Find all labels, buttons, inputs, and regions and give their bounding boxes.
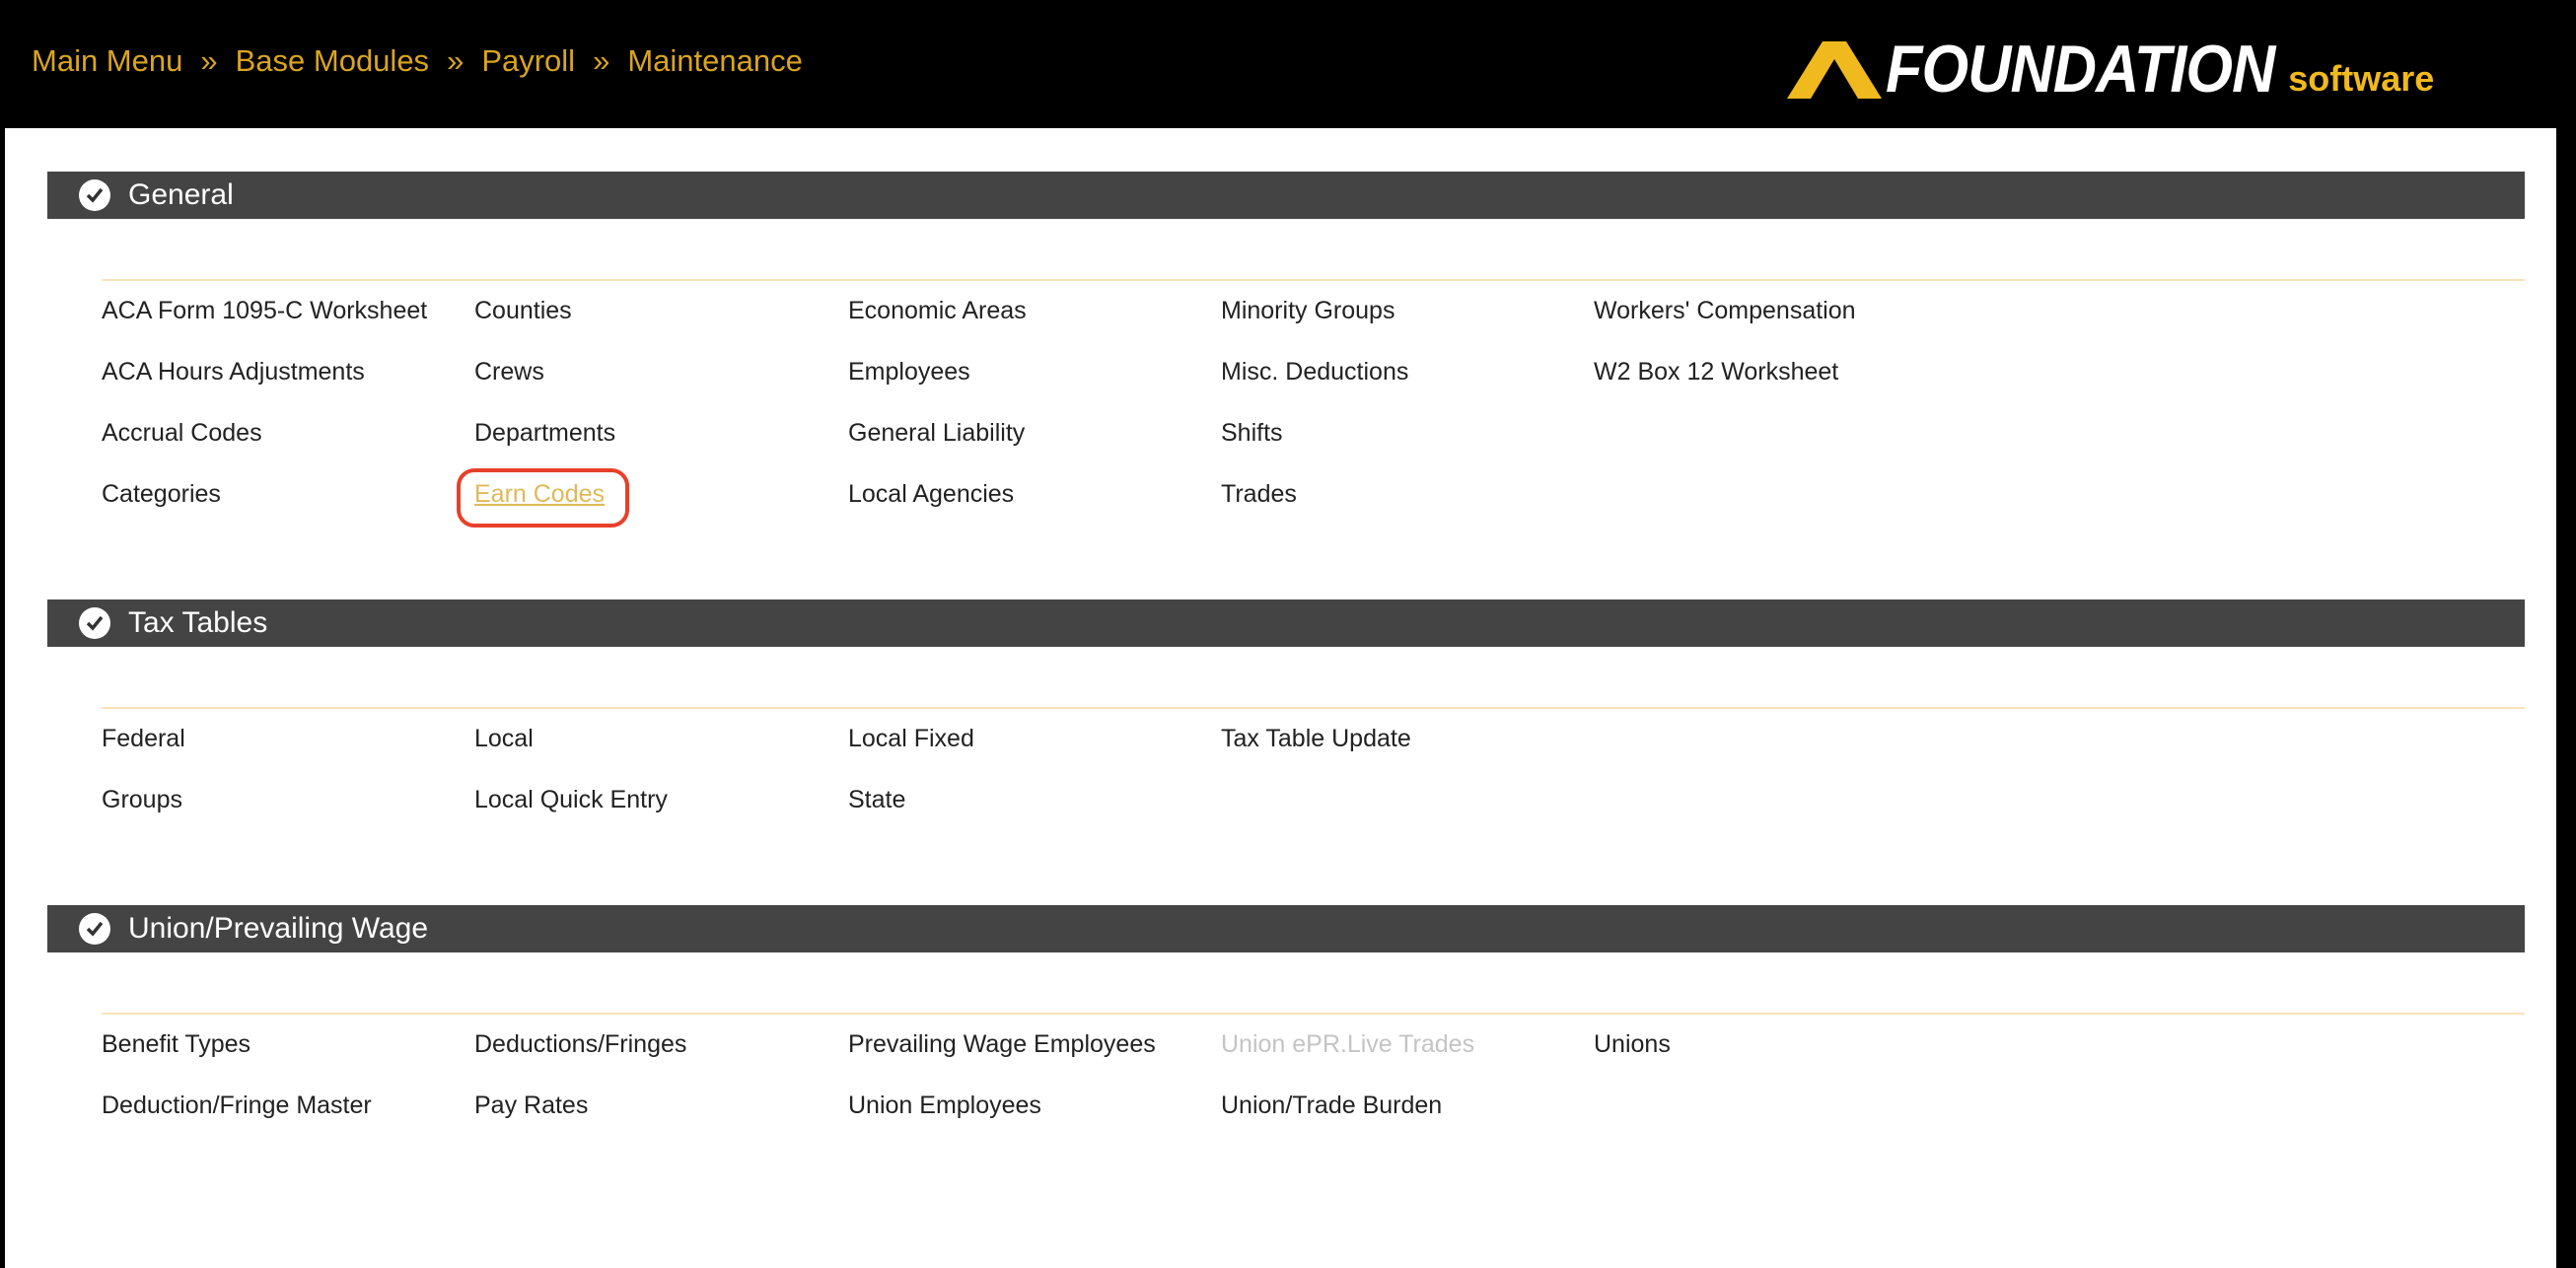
breadcrumb-main-menu[interactable]: Main Menu: [32, 43, 182, 78]
menu-link-federal[interactable]: Federal: [102, 725, 185, 753]
menu-link-aca-form-1095-c-worksheet[interactable]: ACA Form 1095-C Worksheet: [102, 297, 427, 325]
menu-link-categories[interactable]: Categories: [102, 480, 221, 509]
menu-link-state[interactable]: State: [848, 786, 905, 814]
menu-link-deductions-fringes[interactable]: Deductions/Fringes: [474, 1030, 686, 1059]
section-title: Tax Tables: [128, 606, 268, 639]
menu-link-crews[interactable]: Crews: [474, 358, 544, 387]
menu-link-local-fixed[interactable]: Local Fixed: [848, 725, 974, 753]
menu-link-local-agencies[interactable]: Local Agencies: [848, 480, 1014, 509]
top-header: Main Menu » Base Modules » Payroll » Maintenan…: [0, 0, 2576, 126]
menu-link-misc-deductions[interactable]: Misc. Deductions: [1221, 358, 1408, 387]
menu-link-local-quick-entry[interactable]: Local Quick Entry: [474, 786, 668, 814]
menu-link-workers-compensation[interactable]: Workers' Compensation: [1594, 297, 1856, 325]
breadcrumb-maintenance: Maintenance: [627, 43, 803, 78]
menu-link-local[interactable]: Local: [474, 725, 534, 753]
menu-link-prevailing-wage-employees[interactable]: Prevailing Wage Employees: [848, 1030, 1156, 1059]
menu-link-general-liability[interactable]: General Liability: [848, 419, 1025, 448]
breadcrumb-separator: »: [200, 43, 218, 78]
menu-link-tax-table-update[interactable]: Tax Table Update: [1221, 725, 1411, 753]
check-circle-icon: [79, 913, 110, 945]
logo-suffix: software: [2288, 58, 2435, 99]
section-divider: [102, 1013, 2525, 1015]
menu-link-economic-areas[interactable]: Economic Areas: [848, 297, 1027, 325]
menu-link-departments[interactable]: Departments: [474, 419, 615, 448]
menu-link-w2-box-12-worksheet[interactable]: W2 Box 12 Worksheet: [1594, 358, 1838, 387]
menu-link-minority-groups[interactable]: Minority Groups: [1221, 297, 1395, 325]
menu-link-deduction-fringe-master[interactable]: Deduction/Fringe Master: [102, 1092, 372, 1120]
breadcrumb: Main Menu » Base Modules » Payroll » Maintenan…: [32, 43, 803, 79]
check-circle-icon: [79, 607, 110, 639]
menu-link-trades[interactable]: Trades: [1221, 480, 1297, 509]
section-divider: [102, 279, 2525, 281]
menu-link-employees[interactable]: Employees: [848, 358, 970, 387]
breadcrumb-base-modules[interactable]: Base Modules: [236, 43, 429, 78]
section-header-union-prevailing-wage[interactable]: Union/Prevailing Wage: [47, 905, 2525, 952]
menu-link-union-trade-burden[interactable]: Union/Trade Burden: [1221, 1092, 1442, 1120]
breadcrumb-separator: »: [447, 43, 465, 78]
menu-link-earn-codes[interactable]: Earn Codes: [474, 480, 605, 509]
logo-wordmark: FOUNDATION: [1886, 32, 2275, 106]
main-content: General ACA Form 1095-C Worksheet ACA Hour…: [5, 128, 2556, 1268]
foundation-logo: FOUNDATION software: [1787, 32, 2435, 106]
menu-link-benefit-types[interactable]: Benefit Types: [102, 1030, 250, 1059]
breadcrumb-payroll[interactable]: Payroll: [481, 43, 575, 78]
menu-link-union-epr-live-trades: Union ePR.Live Trades: [1221, 1030, 1475, 1058]
menu-link-accrual-codes[interactable]: Accrual Codes: [102, 419, 262, 448]
section-title: Union/Prevailing Wage: [128, 912, 429, 945]
menu-link-aca-hours-adjustments[interactable]: ACA Hours Adjustments: [102, 358, 365, 387]
section-divider: [102, 707, 2525, 709]
section-header-tax-tables[interactable]: Tax Tables: [47, 599, 2525, 647]
check-circle-icon: [79, 179, 110, 211]
menu-link-union-employees[interactable]: Union Employees: [848, 1092, 1041, 1120]
menu-link-counties[interactable]: Counties: [474, 297, 572, 325]
section-header-general[interactable]: General: [47, 172, 2525, 219]
menu-link-shifts[interactable]: Shifts: [1221, 419, 1283, 448]
section-title: General: [128, 178, 234, 211]
breadcrumb-separator: »: [593, 43, 610, 78]
menu-link-pay-rates[interactable]: Pay Rates: [474, 1092, 588, 1120]
logo-chevron-icon: [1787, 41, 1882, 99]
menu-link-groups[interactable]: Groups: [102, 786, 182, 814]
menu-link-unions[interactable]: Unions: [1594, 1030, 1671, 1059]
